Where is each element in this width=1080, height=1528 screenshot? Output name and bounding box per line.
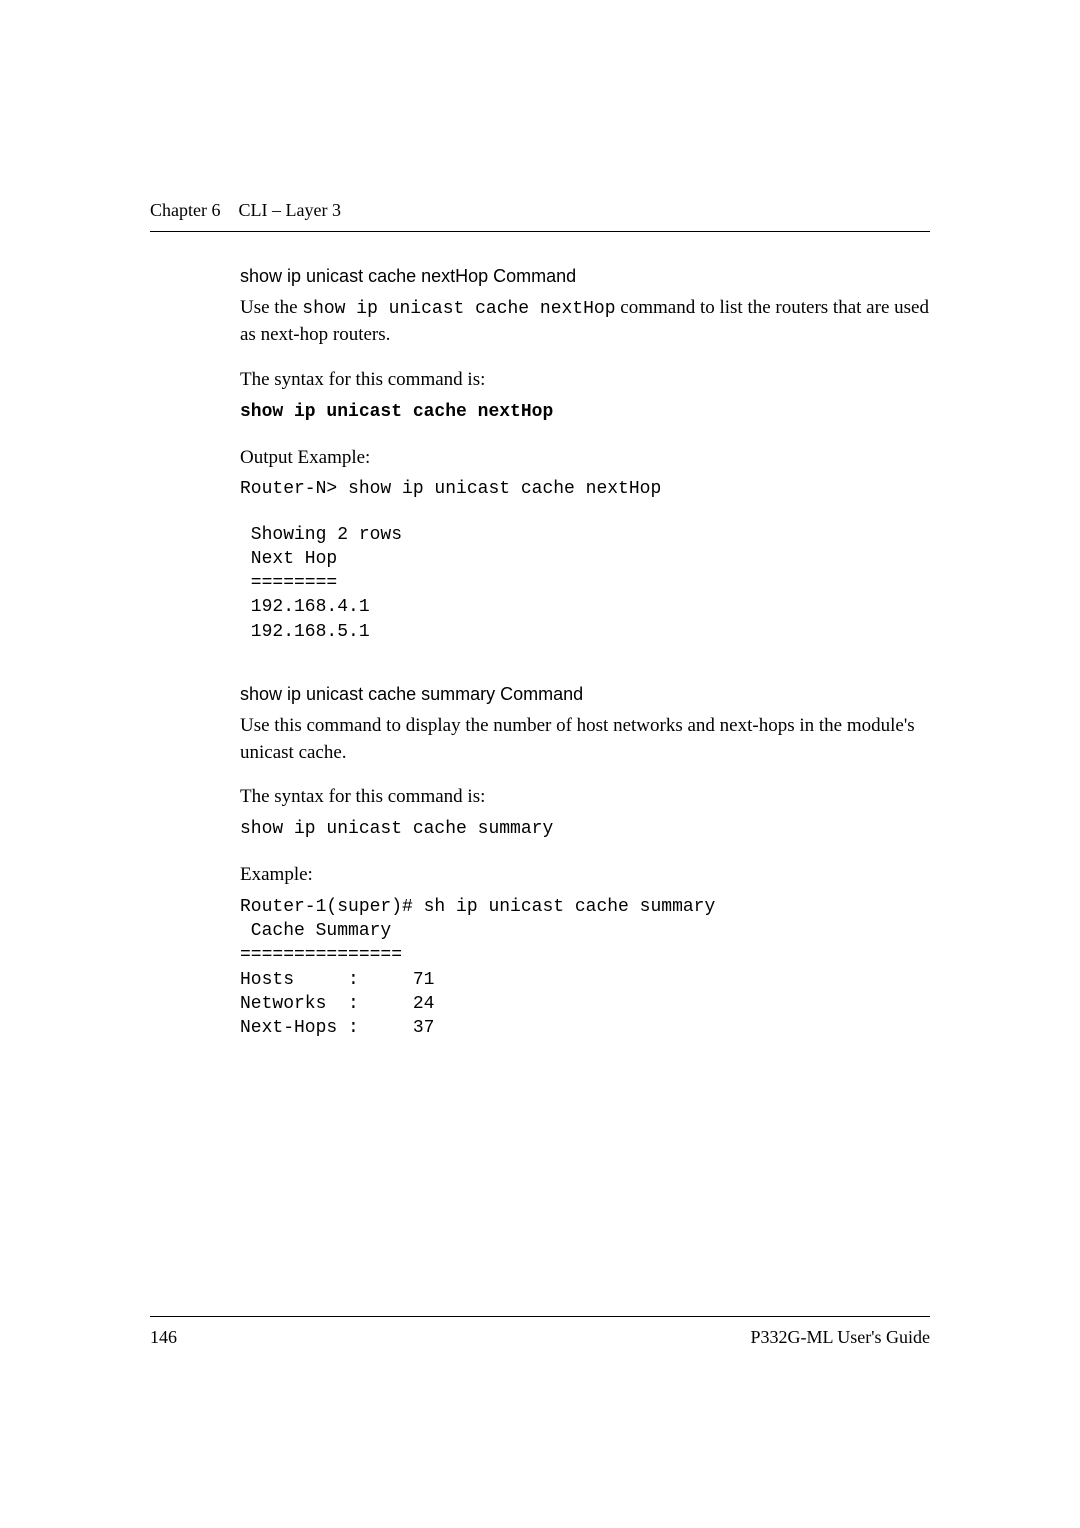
page-number: 146 bbox=[150, 1327, 177, 1348]
doc-title: P332G-ML User's Guide bbox=[750, 1327, 930, 1348]
chapter-title: CLI – Layer 3 bbox=[238, 200, 340, 220]
syntax-command: show ip unicast cache nextHop bbox=[240, 400, 930, 425]
syntax-command: show ip unicast cache summary bbox=[240, 817, 930, 842]
document-page: Chapter 6 CLI – Layer 3 show ip unicast … bbox=[0, 0, 1080, 1041]
intro-paragraph: Use this command to display the number o… bbox=[240, 713, 930, 766]
output-block: Showing 2 rows Next Hop ======== 192.168… bbox=[240, 523, 930, 644]
syntax-label: The syntax for this command is: bbox=[240, 784, 930, 811]
example-block: Router-1(super)# sh ip unicast cache sum… bbox=[240, 895, 930, 1041]
page-header: Chapter 6 CLI – Layer 3 bbox=[150, 200, 930, 232]
section-heading: show ip unicast cache nextHop Command bbox=[240, 264, 930, 289]
section-heading: show ip unicast cache summary Command bbox=[240, 682, 930, 707]
output-prompt-line: Router-N> show ip unicast cache nextHop bbox=[240, 477, 930, 502]
syntax-label: The syntax for this command is: bbox=[240, 367, 930, 394]
inline-command: show ip unicast cache nextHop bbox=[302, 299, 615, 319]
example-label: Example: bbox=[240, 862, 930, 889]
body-text: Use the bbox=[240, 297, 302, 318]
page-footer: 146 P332G-ML User's Guide bbox=[150, 1316, 930, 1348]
intro-paragraph: Use the show ip unicast cache nextHop co… bbox=[240, 295, 930, 349]
chapter-label: Chapter 6 bbox=[150, 200, 220, 220]
page-content: show ip unicast cache nextHop Command Us… bbox=[150, 264, 930, 1041]
output-example-label: Output Example: bbox=[240, 445, 930, 472]
